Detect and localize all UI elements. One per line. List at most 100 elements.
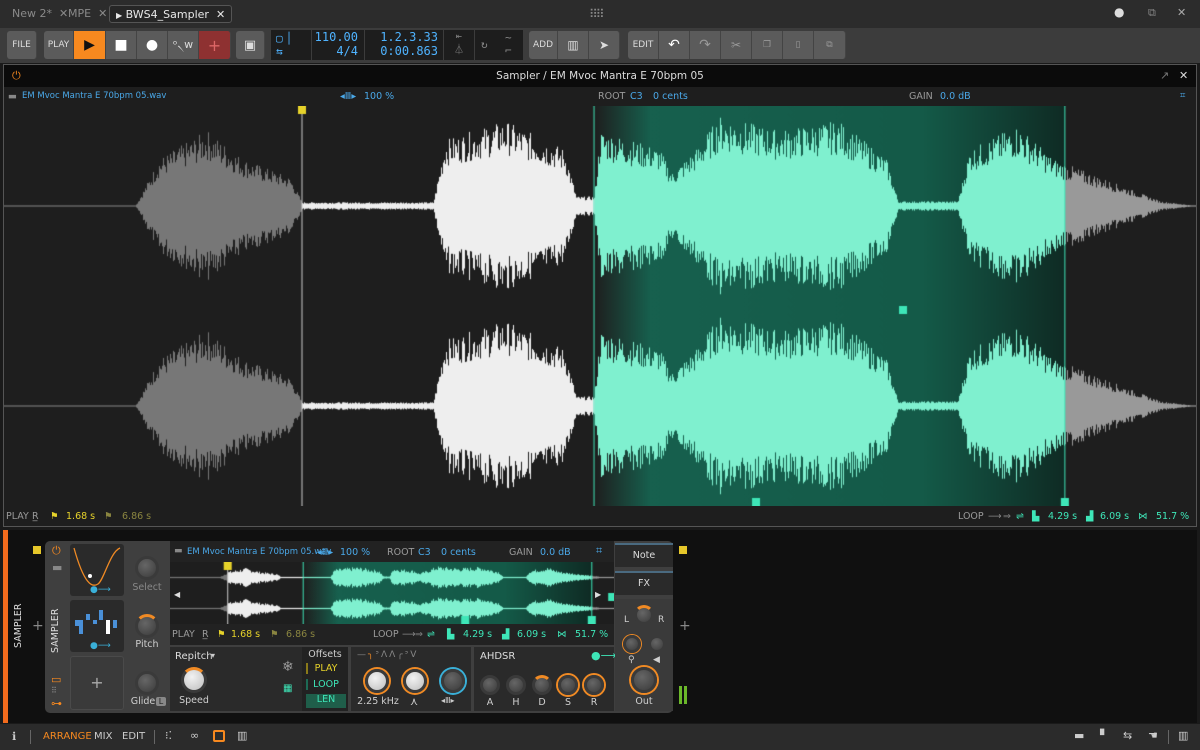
loop-alternate-icon[interactable]: ⇌	[427, 629, 435, 640]
file-name[interactable]: EM Mvoc Mantra E 70bpm 05.wav	[22, 91, 166, 101]
window-icon[interactable]: ▭	[51, 673, 61, 686]
crossfade-value[interactable]: 51.7 %	[1156, 511, 1189, 522]
gain-value[interactable]: 0.0 dB	[940, 91, 971, 102]
close-icon[interactable]: ✕	[98, 7, 107, 20]
automation-icon[interactable]: ⁝⁚	[165, 729, 172, 742]
arm-button[interactable]: +	[199, 31, 231, 59]
speed-value[interactable]: 100 %	[340, 547, 370, 558]
file-icon[interactable]: ▘	[1100, 729, 1108, 742]
note-fx-slot[interactable]: Note	[615, 543, 673, 567]
reverse-icon[interactable]: R̲	[202, 629, 209, 640]
position-display[interactable]: 1.2.3.33 0:00.863	[365, 30, 443, 60]
overdub-button[interactable]: ▣	[236, 31, 265, 59]
info-icon[interactable]: ℹ	[12, 730, 16, 743]
add-modulator-button[interactable]: +	[70, 656, 124, 710]
fit-icon[interactable]: ⌗	[596, 544, 602, 558]
loop-forward-icon[interactable]: ⇒	[1003, 511, 1011, 522]
time-signature[interactable]: 4/4	[312, 44, 358, 58]
speed-knob[interactable]	[181, 667, 207, 693]
out-knob[interactable]	[631, 667, 657, 693]
pan-knob[interactable]	[634, 605, 654, 625]
fx-slot[interactable]: FX	[615, 571, 673, 595]
mini-waveform[interactable]	[170, 562, 614, 624]
close-icon[interactable]: ✕	[1179, 69, 1188, 82]
play-start-value[interactable]: 1.68 s	[231, 629, 260, 640]
add-button[interactable]: ADD	[529, 31, 558, 59]
groove-display[interactable]: ↻ ~ ⌐	[475, 30, 523, 60]
cents-value[interactable]: 0 cents	[441, 547, 476, 558]
redo-button[interactable]: ↷	[690, 31, 721, 59]
sustain-knob[interactable]	[558, 675, 578, 695]
file-button[interactable]: FILE	[7, 31, 37, 59]
mixer-icon[interactable]: ▥	[237, 729, 247, 742]
offset-play-button[interactable]: PLAY	[306, 663, 344, 674]
volume-mod-knob[interactable]	[648, 635, 666, 653]
power-icon[interactable]: ⏻	[52, 544, 61, 558]
edit-button[interactable]: EDIT	[628, 31, 659, 59]
tempo-value[interactable]: 110.00	[312, 30, 358, 44]
pitch-knob[interactable]	[135, 614, 159, 638]
loop-start-value[interactable]: 4.29 s	[1048, 511, 1077, 522]
attack-knob[interactable]	[480, 675, 500, 695]
record-button[interactable]: ●	[137, 31, 168, 59]
root-value[interactable]: C3	[630, 91, 643, 102]
folder-icon[interactable]: ▬	[8, 91, 17, 102]
offset-len-button[interactable]: LEN	[306, 694, 346, 708]
keytrack-knob[interactable]	[441, 669, 465, 693]
inspector-icon[interactable]: ⇆	[1123, 729, 1132, 742]
paste-button[interactable]: ▯	[783, 31, 814, 59]
filter-type-icons[interactable]: —╮ᐣᐱᐱ╭ᐣᐯ	[357, 650, 418, 660]
tab-mpe[interactable]: MPE ✕	[62, 5, 113, 23]
record-dot-icon[interactable]: ●	[1114, 5, 1124, 19]
add-device-before-button[interactable]: +	[32, 618, 44, 634]
modulator-icon[interactable]: ⊶	[51, 697, 62, 710]
glide-knob[interactable]	[135, 671, 159, 695]
stop-button[interactable]: ■	[106, 31, 137, 59]
tempo-display[interactable]: 110.00 4/4	[312, 30, 364, 60]
hand-icon[interactable]: ☚	[1148, 729, 1158, 742]
cut-button[interactable]: ✂	[721, 31, 752, 59]
loop-alternate-icon[interactable]: ⇌	[1016, 511, 1024, 522]
piano-button[interactable]: ▥	[558, 31, 589, 59]
play-button[interactable]: ▶	[74, 31, 106, 59]
loop-off-icon[interactable]: ⟶	[988, 511, 1002, 522]
folder-icon[interactable]: ▬	[174, 546, 183, 556]
loop-end-value[interactable]: 6.09 s	[517, 629, 546, 640]
loop-end-value[interactable]: 6.09 s	[1100, 511, 1129, 522]
automation-write-button[interactable]: ᵒ৲w	[168, 31, 199, 59]
decay-knob[interactable]	[532, 675, 552, 695]
cents-value[interactable]: 0 cents	[653, 91, 688, 102]
grain-icon[interactable]: ▦	[283, 683, 292, 694]
play-start-value[interactable]: 1.68 s	[66, 511, 95, 522]
arrange-tab[interactable]: ARRANGE	[43, 731, 92, 742]
loop-off-icon[interactable]: ⟶	[402, 629, 416, 640]
play-end-value[interactable]: 6.86 s	[122, 511, 151, 522]
modulator-curve[interactable]: ●⟶	[70, 544, 124, 596]
pointer-button[interactable]: ➤	[589, 31, 620, 59]
offset-loop-button[interactable]: LOOP	[306, 679, 344, 690]
play-menu-button[interactable]: PLAY	[44, 31, 74, 59]
add-device-after-button[interactable]: +	[679, 618, 691, 634]
edit-tab[interactable]: EDIT	[122, 731, 145, 742]
freeze-icon[interactable]: ❄	[282, 659, 294, 675]
mix-tab[interactable]: MIX	[94, 731, 112, 742]
restore-window-icon[interactable]: ⧉	[1148, 6, 1156, 20]
close-icon[interactable]: ✕	[216, 8, 225, 21]
waveform-display[interactable]	[4, 106, 1196, 506]
file-name[interactable]: EM Mvoc Mantra E 70bpm 05.wav	[187, 547, 331, 557]
loop-forward-icon[interactable]: ⇒	[415, 629, 423, 640]
envelope-type-dropdown[interactable]: AHDSR	[480, 651, 515, 662]
resonance-knob[interactable]	[403, 669, 427, 693]
loop-display[interactable]: ▢▕ ⇆	[271, 30, 311, 60]
select-knob[interactable]	[135, 556, 159, 580]
reverse-icon[interactable]: R̲	[32, 511, 39, 522]
hold-knob[interactable]	[506, 675, 526, 695]
pop-out-icon[interactable]: ↗	[1160, 69, 1169, 82]
browser-folder-icon[interactable]: ▬	[1074, 729, 1084, 742]
loop-start-value[interactable]: 4.29 s	[463, 629, 492, 640]
folder-icon[interactable]: ▬	[52, 561, 62, 574]
modulator-steps[interactable]: ●⟶	[70, 600, 124, 652]
glide-mode-badge[interactable]: L	[156, 697, 166, 706]
mode-dropdown[interactable]: Repitch	[175, 651, 213, 662]
modulation-icon[interactable]: ∞	[190, 729, 199, 742]
